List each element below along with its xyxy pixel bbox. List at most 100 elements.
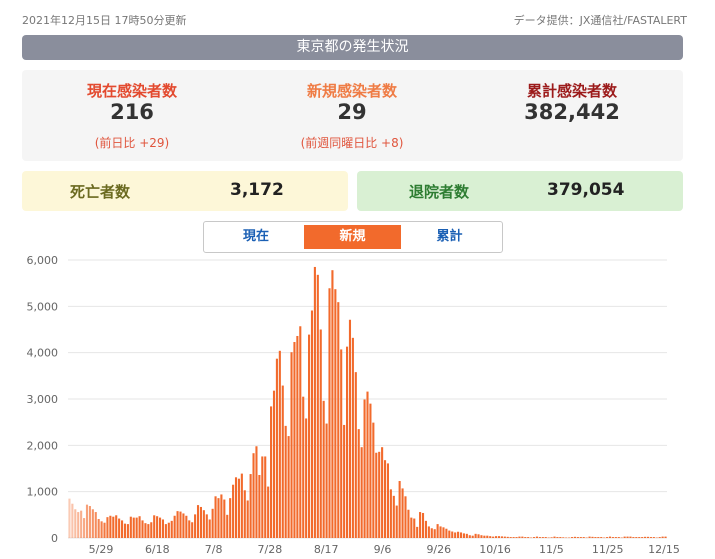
- deaths-panel: 死亡者数 3,172: [22, 171, 348, 211]
- bar: [603, 537, 606, 539]
- current-infected-label: 現在感染者数: [86, 82, 177, 100]
- bar: [594, 537, 597, 538]
- bar: [559, 537, 562, 538]
- bar: [147, 524, 150, 538]
- bar: [646, 536, 650, 538]
- bar: [626, 536, 629, 538]
- bar: [161, 519, 165, 538]
- bar: [287, 436, 290, 538]
- bar: [261, 456, 264, 538]
- bar: [614, 537, 617, 538]
- bar: [386, 463, 389, 538]
- bar: [585, 537, 588, 539]
- bar: [524, 537, 527, 538]
- bar: [258, 474, 261, 538]
- bar: [232, 484, 235, 538]
- bar: [272, 390, 276, 538]
- bar: [550, 537, 553, 538]
- bar: [395, 505, 398, 538]
- page-title: 東京都の発生状況: [22, 35, 683, 60]
- bar: [343, 424, 346, 538]
- bar: [535, 536, 539, 538]
- bar: [430, 528, 433, 538]
- bar: [492, 536, 495, 538]
- chart-bars: [68, 266, 667, 539]
- bar: [544, 537, 547, 538]
- bar: [495, 536, 498, 538]
- tab-cumulative[interactable]: 累計: [401, 225, 498, 249]
- bar: [74, 509, 77, 538]
- bar: [556, 537, 559, 538]
- bar: [202, 510, 205, 538]
- bar: [658, 537, 661, 538]
- bar: [486, 535, 489, 538]
- bar: [156, 516, 159, 538]
- bar: [611, 537, 614, 538]
- bar: [518, 536, 521, 538]
- bar: [436, 524, 439, 538]
- x-tick-label: 12/15: [648, 543, 680, 556]
- bar: [340, 349, 343, 538]
- bar: [305, 418, 308, 538]
- bar: [632, 537, 635, 538]
- bar: [655, 537, 658, 539]
- bar: [226, 514, 229, 538]
- bar: [68, 498, 71, 538]
- bar: [264, 456, 267, 538]
- stats-panel: 現在感染者数 216 (前日比 +29) 新規感染者数 29 (前週同曜日比 +…: [22, 70, 683, 161]
- bar: [454, 532, 457, 538]
- bar: [372, 422, 375, 538]
- bar: [255, 446, 258, 538]
- bar: [205, 514, 208, 538]
- bar: [158, 517, 162, 538]
- tab-new[interactable]: 新規: [304, 225, 401, 249]
- bar: [334, 289, 337, 538]
- x-tick-label: 10/16: [479, 543, 511, 556]
- top-info-line: 2021年12月15日 17時50分更新 データ提供：JX通信社/FASTALE…: [22, 12, 687, 30]
- bar: [620, 537, 623, 539]
- recovered-panel: 退院者数 379,054: [357, 171, 683, 211]
- bar: [410, 517, 413, 538]
- bar: [88, 506, 91, 538]
- bar: [378, 451, 381, 538]
- bar: [433, 529, 436, 538]
- bar: [185, 515, 188, 538]
- bar: [296, 335, 299, 538]
- bar: [77, 512, 80, 538]
- bar: [302, 396, 305, 538]
- x-tick-label: 7/28: [258, 543, 283, 556]
- bar: [80, 510, 83, 538]
- bar: [419, 512, 422, 538]
- bar: [664, 536, 667, 538]
- updated-timestamp: 2021年12月15日 17時50分更新: [22, 14, 187, 27]
- bar: [421, 512, 425, 538]
- bar: [153, 515, 156, 538]
- bar: [345, 346, 349, 538]
- bar: [401, 488, 404, 538]
- bar: [570, 537, 574, 538]
- bar: [360, 447, 363, 538]
- y-tick-label: 3,000: [27, 393, 59, 406]
- bar: [308, 334, 311, 538]
- bar: [509, 537, 512, 538]
- bar: [354, 372, 357, 538]
- bar: [275, 358, 278, 538]
- bar: [489, 536, 492, 538]
- bar: [649, 537, 652, 538]
- bar: [246, 500, 249, 538]
- bar: [565, 537, 568, 539]
- x-tick-label: 5/29: [89, 543, 114, 556]
- y-tick-label: 6,000: [27, 254, 59, 267]
- bar: [173, 515, 176, 538]
- bar: [644, 536, 647, 538]
- bar: [123, 523, 127, 538]
- bar: [278, 350, 281, 538]
- bar: [351, 337, 354, 538]
- bar: [392, 495, 395, 538]
- bar: [483, 535, 486, 538]
- bar: [579, 537, 582, 538]
- tab-current[interactable]: 現在: [208, 225, 304, 249]
- bar: [471, 535, 474, 538]
- bar: [617, 537, 620, 538]
- bar: [538, 537, 541, 538]
